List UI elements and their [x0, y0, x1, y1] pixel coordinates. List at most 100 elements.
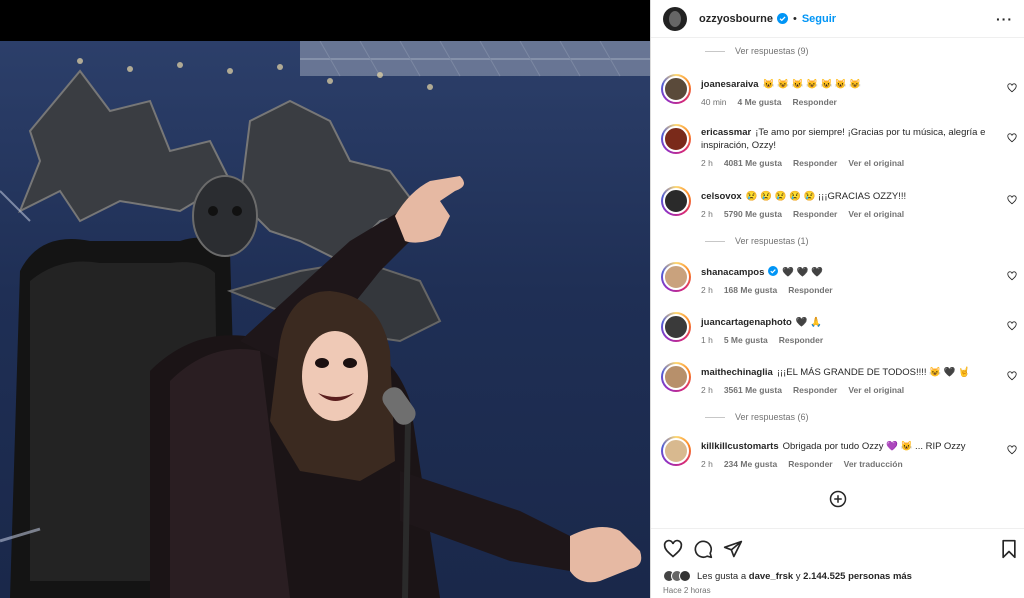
comment-text: 😢 😢 😢 😢 😢 ¡¡¡GRACIAS OZZY!!!: [745, 191, 907, 202]
see-original-button[interactable]: Ver el original: [848, 208, 904, 221]
comment-body: shanacampos 🖤 🖤 🖤 2 h 168 Me gusta Respon…: [701, 266, 991, 297]
reply-button[interactable]: Responder: [793, 157, 837, 170]
author-username[interactable]: ozzyosbourne: [699, 13, 773, 25]
commenter-avatar[interactable]: [661, 312, 691, 342]
commenter-avatar[interactable]: [661, 362, 691, 392]
heart-icon[interactable]: [1007, 83, 1017, 93]
likes-text: Les gusta a dave_frsk y 2.144.525 person…: [697, 571, 912, 582]
likes-first-user[interactable]: dave_frsk: [749, 571, 793, 582]
replies-divider: [705, 416, 725, 418]
heart-icon[interactable]: [1007, 321, 1017, 331]
comment-body: juancartagenaphoto 🖤 🙏 1 h 5 Me gusta Res…: [701, 316, 991, 347]
comment-meta: 2 h 4081 Me gusta Responder Ver el origi…: [701, 157, 991, 170]
reply-button[interactable]: Responder: [788, 284, 832, 297]
verified-icon: [776, 13, 788, 24]
post-photo[interactable]: [0, 41, 650, 598]
heart-icon[interactable]: [1007, 445, 1017, 455]
likes-joiner: y: [795, 570, 801, 582]
author-avatar[interactable]: [663, 6, 687, 31]
header-separator: •: [792, 12, 797, 25]
comment-text: 🖤 🖤 🖤: [782, 267, 824, 278]
reply-button[interactable]: Responder: [792, 96, 836, 109]
reply-button[interactable]: Responder: [793, 208, 837, 221]
comment-time[interactable]: 2 h: [701, 208, 713, 221]
comment-likes[interactable]: 3561 Me gusta: [724, 384, 782, 397]
follow-button[interactable]: Seguir: [802, 13, 836, 25]
comment-likes[interactable]: 4081 Me gusta: [724, 157, 782, 170]
like-heart-icon[interactable]: [663, 539, 683, 559]
comment-time[interactable]: 40 min: [701, 96, 727, 109]
likes-count[interactable]: 2.144.525 personas más: [803, 571, 912, 582]
comment-text: ¡¡¡EL MÁS GRANDE DE TODOS!!!! 😺 🖤 🤘: [776, 367, 970, 378]
verified-icon: [768, 266, 779, 276]
post-panel: ozzyosbourne • Seguir ··· Ver respuestas…: [650, 0, 1024, 598]
comment-text: 🖤 🙏: [795, 317, 823, 328]
comment-time[interactable]: 2 h: [701, 157, 713, 170]
comment-username[interactable]: killkillcustomarts: [701, 441, 779, 452]
comment-meta: 40 min 4 Me gusta Responder: [701, 96, 991, 109]
view-replies-label: Ver respuestas (1): [735, 236, 809, 246]
commenter-avatar[interactable]: [661, 262, 691, 292]
comment-username[interactable]: celsovox: [701, 191, 742, 202]
bookmark-icon[interactable]: [999, 539, 1019, 559]
comment-likes[interactable]: 5 Me gusta: [724, 334, 768, 347]
comment-username[interactable]: joanesaraiva: [701, 79, 759, 90]
commenter-avatar[interactable]: [661, 436, 691, 466]
comment-username[interactable]: shanacampos: [701, 267, 764, 278]
view-replies-label: Ver respuestas (6): [735, 412, 809, 422]
replies-divider: [705, 240, 725, 242]
comment-body: maithechinaglia ¡¡¡EL MÁS GRANDE DE TODOS…: [701, 366, 991, 397]
comment-likes[interactable]: 234 Me gusta: [724, 458, 777, 471]
view-replies-label: Ver respuestas (9): [735, 46, 809, 56]
reply-button[interactable]: Responder: [793, 384, 837, 397]
comment-body: celsovox 😢 😢 😢 😢 😢 ¡¡¡GRACIAS OZZY!!! 2 h…: [701, 190, 991, 221]
comment-meta: 2 h 5790 Me gusta Responder Ver el origi…: [701, 208, 991, 221]
comment-time[interactable]: 1 h: [701, 334, 713, 347]
comment-likes[interactable]: 5790 Me gusta: [724, 208, 782, 221]
see-original-button[interactable]: Ver el original: [848, 157, 904, 170]
comment-likes[interactable]: 168 Me gusta: [724, 284, 777, 297]
comment-meta: 1 h 5 Me gusta Responder: [701, 334, 991, 347]
comment-body: joanesaraiva 😺 😺 😺 😺 😺 😺 😺 40 min 4 Me gu…: [701, 78, 991, 109]
posted-time: Hace 2 horas: [663, 586, 711, 595]
comment-time[interactable]: 2 h: [701, 458, 713, 471]
comment-body: killkillcustomarts Obrigada por tudo Ozzy…: [701, 440, 991, 471]
more-options-icon[interactable]: ···: [996, 11, 1013, 27]
comment-body: ericassmar ¡Te amo por siempre! ¡Gracias …: [701, 126, 991, 170]
heart-icon[interactable]: [1007, 133, 1017, 143]
comment-text: 😺 😺 😺 😺 😺 😺 😺: [762, 79, 862, 90]
reply-button[interactable]: Responder: [779, 334, 823, 347]
liker-avatar: [679, 570, 691, 582]
heart-icon[interactable]: [1007, 195, 1017, 205]
view-replies-button[interactable]: Ver respuestas (6): [705, 412, 809, 422]
view-replies-button[interactable]: Ver respuestas (1): [705, 236, 809, 246]
post-header: ozzyosbourne • Seguir ···: [651, 0, 1024, 38]
post-media: [0, 0, 650, 598]
comment-meta: 2 h 234 Me gusta Responder Ver traducció…: [701, 458, 991, 471]
see-translation-button[interactable]: Ver traducción: [844, 458, 903, 471]
comment-meta: 2 h 3561 Me gusta Responder Ver el origi…: [701, 384, 991, 397]
share-icon[interactable]: [723, 539, 743, 559]
comment-username[interactable]: juancartagenaphoto: [701, 317, 792, 328]
commenter-avatar[interactable]: [661, 124, 691, 154]
heart-icon[interactable]: [1007, 371, 1017, 381]
comment-text: Obrigada por tudo Ozzy 💜 😺 ... RIP Ozzy: [782, 441, 966, 452]
reply-button[interactable]: Responder: [788, 458, 832, 471]
load-more-comments-icon[interactable]: [829, 490, 847, 508]
likes-prefix: Les gusta a: [697, 570, 747, 582]
comment-username[interactable]: maithechinaglia: [701, 367, 773, 378]
heart-icon[interactable]: [1007, 271, 1017, 281]
comments-list: Ver respuestas (9) joanesaraiva 😺 😺 😺 😺 😺…: [651, 38, 1024, 528]
likes-summary[interactable]: Les gusta a dave_frsk y 2.144.525 person…: [663, 570, 912, 582]
comment-meta: 2 h 168 Me gusta Responder: [701, 284, 991, 297]
comment-username[interactable]: ericassmar: [701, 127, 751, 138]
commenter-avatar[interactable]: [661, 186, 691, 216]
comment-likes[interactable]: 4 Me gusta: [738, 96, 782, 109]
comment-time[interactable]: 2 h: [701, 384, 713, 397]
commenter-avatar[interactable]: [661, 74, 691, 104]
view-replies-button[interactable]: Ver respuestas (9): [705, 46, 809, 56]
comment-icon[interactable]: [693, 539, 713, 559]
see-original-button[interactable]: Ver el original: [848, 384, 904, 397]
concert-photo-illustration: [0, 41, 650, 598]
comment-time[interactable]: 2 h: [701, 284, 713, 297]
